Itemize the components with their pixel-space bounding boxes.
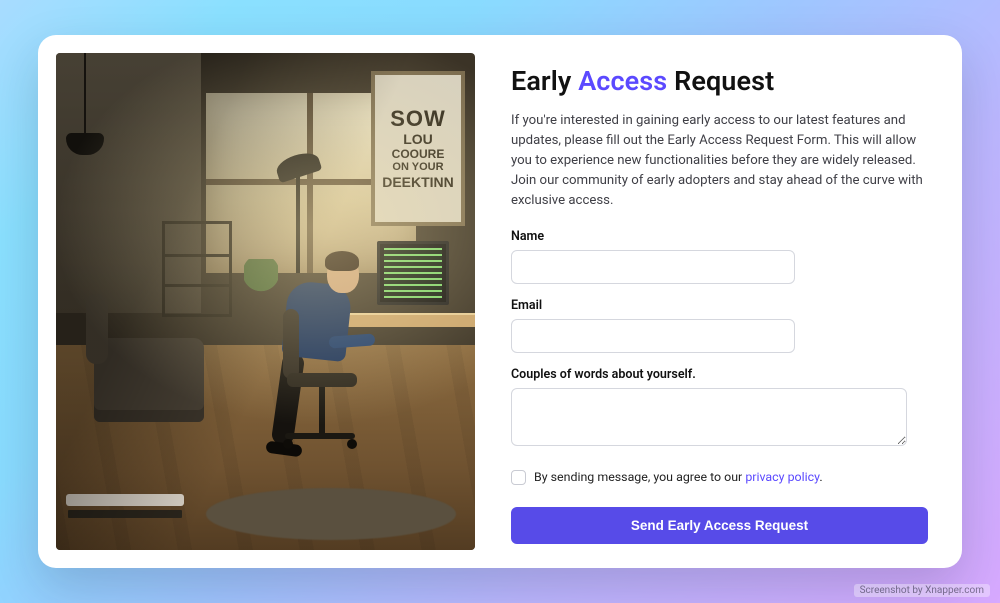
consent-checkbox[interactable] [511,470,526,485]
poster-line: LOU [403,132,433,146]
page-title: Early Access Request [511,65,928,97]
about-label: Couples of words about yourself. [511,367,928,382]
field-about: Couples of words about yourself. [511,367,928,450]
description: If you're interested in gaining early ac… [511,111,928,211]
consent-label: By sending message, you agree to our pri… [534,470,823,485]
poster-line: DEEKTINN [382,175,454,189]
consent-post: . [819,470,822,485]
hero-pane: SOW LOU COOURE ON YOUR DEEKTINN [38,35,475,568]
email-input[interactable] [511,319,795,353]
field-name: Name [511,229,928,284]
privacy-policy-link[interactable]: privacy policy [745,470,819,485]
title-post: Request [667,65,774,97]
card: SOW LOU COOURE ON YOUR DEEKTINN [38,35,962,568]
watermark: Screenshot by Xnapper.com [854,584,990,597]
email-label: Email [511,298,928,313]
poster-line: COOURE [392,148,445,160]
name-input[interactable] [511,250,795,284]
about-textarea[interactable] [511,388,907,446]
form-pane: Early Access Request If you're intereste… [475,35,962,568]
poster-line: ON YOUR [392,162,443,173]
hero-illustration: SOW LOU COOURE ON YOUR DEEKTINN [56,53,475,550]
title-pre: Early [511,65,578,97]
consent-row: By sending message, you agree to our pri… [511,470,928,485]
title-accent: Access [578,65,667,97]
field-email: Email [511,298,928,353]
name-label: Name [511,229,928,244]
poster-line: SOW [390,108,446,130]
poster: SOW LOU COOURE ON YOUR DEEKTINN [371,71,465,226]
submit-button[interactable]: Send Early Access Request [511,507,928,544]
consent-pre: By sending message, you agree to our [534,470,745,485]
